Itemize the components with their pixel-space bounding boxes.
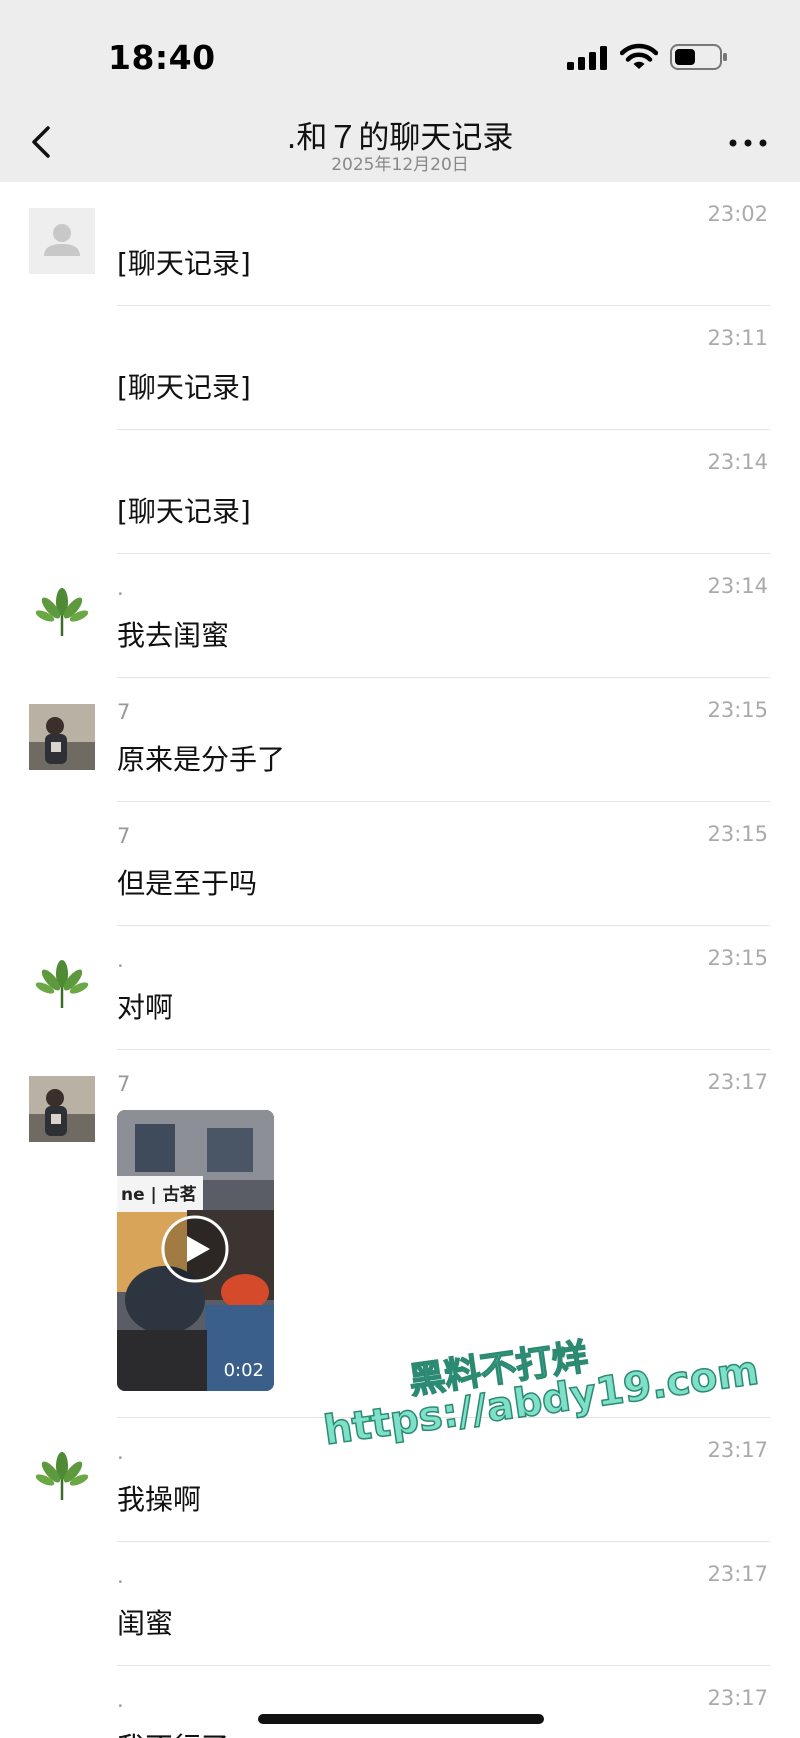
message-text[interactable]: 对啊	[117, 986, 173, 1026]
message-text[interactable]: 我去闺蜜	[117, 614, 229, 654]
video-duration: 0:02	[223, 1360, 264, 1381]
sender-name: .	[117, 1440, 124, 1464]
wifi-icon	[620, 43, 658, 69]
leaf-avatar-icon[interactable]	[29, 952, 95, 1018]
message-time: 23:17	[707, 1686, 768, 1710]
sender-name: 7	[117, 1072, 131, 1096]
message-row[interactable]: 23:02 [聊天记录]	[0, 182, 800, 306]
message-text[interactable]: [聊天记录]	[117, 490, 251, 530]
home-indicator[interactable]	[258, 1714, 544, 1724]
message-text[interactable]: 原来是分手了	[117, 738, 285, 778]
sender-name: 7	[117, 824, 131, 848]
message-row[interactable]: 7 23:15 原来是分手了	[0, 678, 800, 802]
video-thumbnail[interactable]: ne | 古茗 0:02	[117, 1110, 274, 1391]
sender-name: .	[117, 1564, 124, 1588]
battery-icon	[670, 44, 727, 70]
leaf-avatar-icon[interactable]	[29, 1444, 95, 1510]
user-photo-avatar[interactable]	[29, 1076, 95, 1142]
page-date: 2025年12月20日	[331, 155, 469, 175]
message-text[interactable]: [聊天记录]	[117, 366, 251, 406]
message-time: 23:17	[707, 1562, 768, 1586]
message-time: 23:17	[707, 1070, 768, 1094]
user-photo-avatar[interactable]	[29, 704, 95, 770]
leaf-avatar-icon[interactable]	[29, 580, 95, 646]
status-time: 18:40	[108, 38, 216, 77]
message-time: 23:14	[707, 450, 768, 474]
message-text[interactable]: 我操啊	[117, 1478, 201, 1518]
sender-name: .	[117, 1688, 124, 1712]
message-time: 23:14	[707, 574, 768, 598]
shop-sign-text: ne | 古茗	[121, 1184, 197, 1205]
cellular-signal-icon	[567, 46, 607, 70]
message-row[interactable]: . 23:15 对啊	[0, 926, 800, 1050]
message-text[interactable]: 我不行了	[117, 1726, 229, 1738]
default-avatar-icon[interactable]	[29, 208, 95, 274]
sender-name: 7	[117, 700, 131, 724]
message-time: 23:15	[707, 698, 768, 722]
message-row[interactable]: . 23:17 我不行了	[0, 1666, 800, 1738]
more-options-icon[interactable]	[728, 138, 768, 148]
message-row[interactable]: . 23:14 我去闺蜜	[0, 554, 800, 678]
message-text[interactable]: [聊天记录]	[117, 242, 251, 282]
message-row[interactable]: . 23:17 闺蜜	[0, 1542, 800, 1666]
chat-history-header: .和７的聊天记录 2025年12月20日	[0, 102, 800, 182]
message-row[interactable]: 7 23:15 但是至于吗	[0, 802, 800, 926]
message-time: 23:15	[707, 822, 768, 846]
message-time: 23:15	[707, 946, 768, 970]
message-row[interactable]: 23:14 [聊天记录]	[0, 430, 800, 554]
message-time: 23:11	[707, 326, 768, 350]
message-text[interactable]: 闺蜜	[117, 1602, 173, 1642]
message-time: 23:17	[707, 1438, 768, 1462]
message-row[interactable]: 23:11 [聊天记录]	[0, 306, 800, 430]
message-time: 23:02	[707, 202, 768, 226]
sender-name: .	[117, 576, 124, 600]
play-icon[interactable]	[160, 1214, 230, 1284]
message-text[interactable]: 但是至于吗	[117, 862, 257, 902]
status-bar: 18:40	[0, 0, 800, 102]
sender-name: .	[117, 948, 124, 972]
